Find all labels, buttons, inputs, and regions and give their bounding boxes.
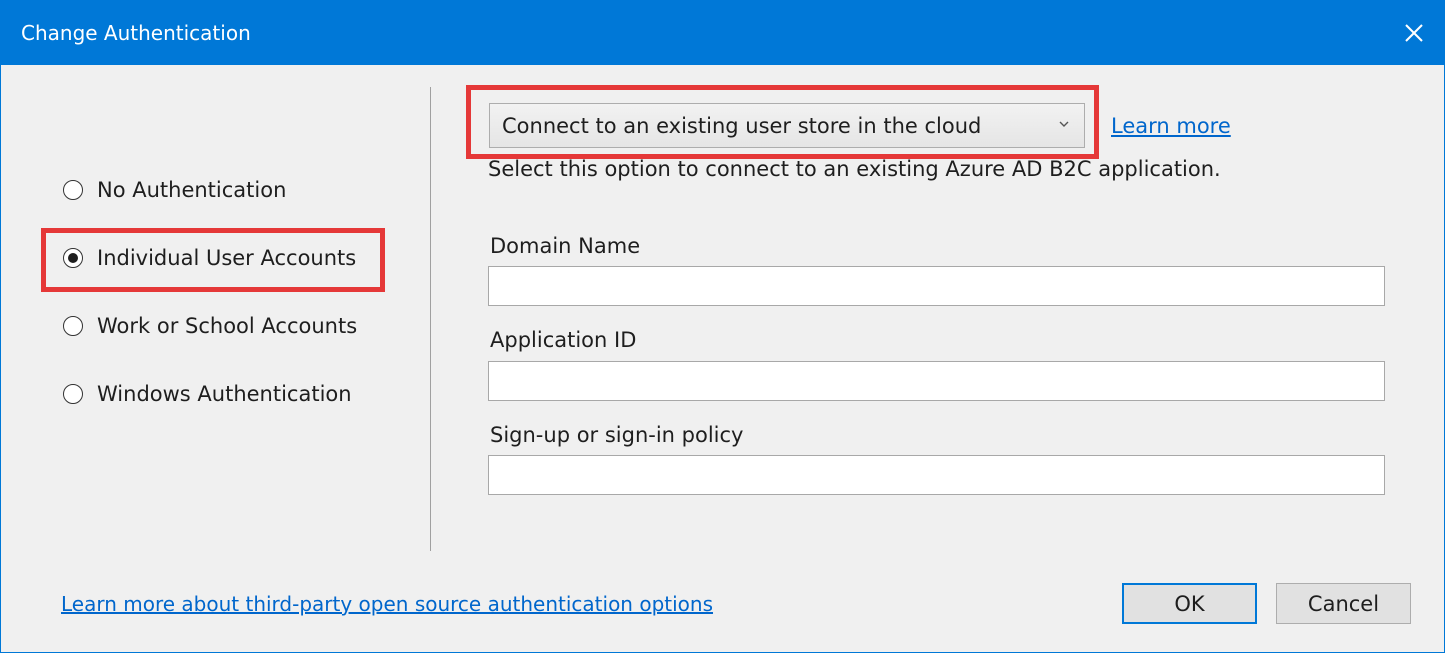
radio-button[interactable] xyxy=(63,384,83,404)
title-bar: Change Authentication xyxy=(1,1,1444,65)
radio-label: Windows Authentication xyxy=(97,382,352,406)
policy-input[interactable] xyxy=(488,455,1385,495)
radio-windows-authentication[interactable]: Windows Authentication xyxy=(63,377,383,411)
option-description: Select this option to connect to an exis… xyxy=(488,157,1221,181)
policy-label: Sign-up or sign-in policy xyxy=(490,423,744,447)
radio-button-selected[interactable] xyxy=(63,248,83,268)
radio-button[interactable] xyxy=(63,180,83,200)
close-button[interactable] xyxy=(1384,1,1444,65)
application-id-label: Application ID xyxy=(490,328,637,352)
close-icon xyxy=(1405,24,1423,42)
domain-name-label: Domain Name xyxy=(490,234,641,258)
dropdown-selected-value: Connect to an existing user store in the… xyxy=(502,113,982,138)
user-store-dropdown[interactable]: Connect to an existing user store in the… xyxy=(489,103,1085,148)
radio-button[interactable] xyxy=(63,316,83,336)
radio-work-or-school-accounts[interactable]: Work or School Accounts xyxy=(63,309,383,343)
radio-label: No Authentication xyxy=(97,178,287,202)
radio-no-authentication[interactable]: No Authentication xyxy=(63,173,383,207)
radio-label: Individual User Accounts xyxy=(97,246,357,270)
cancel-button[interactable]: Cancel xyxy=(1276,583,1411,624)
change-authentication-dialog: Change Authentication No Authentication … xyxy=(0,0,1445,653)
domain-name-input[interactable] xyxy=(488,266,1385,306)
vertical-divider xyxy=(430,87,431,551)
chevron-down-icon xyxy=(1059,121,1069,127)
radio-individual-user-accounts[interactable]: Individual User Accounts xyxy=(63,241,383,275)
third-party-auth-link[interactable]: Learn more about third-party open source… xyxy=(61,592,713,616)
radio-label: Work or School Accounts xyxy=(97,314,358,338)
ok-button[interactable]: OK xyxy=(1122,583,1257,624)
window-title: Change Authentication xyxy=(21,21,251,45)
application-id-input[interactable] xyxy=(488,361,1385,401)
learn-more-link[interactable]: Learn more xyxy=(1111,114,1231,138)
